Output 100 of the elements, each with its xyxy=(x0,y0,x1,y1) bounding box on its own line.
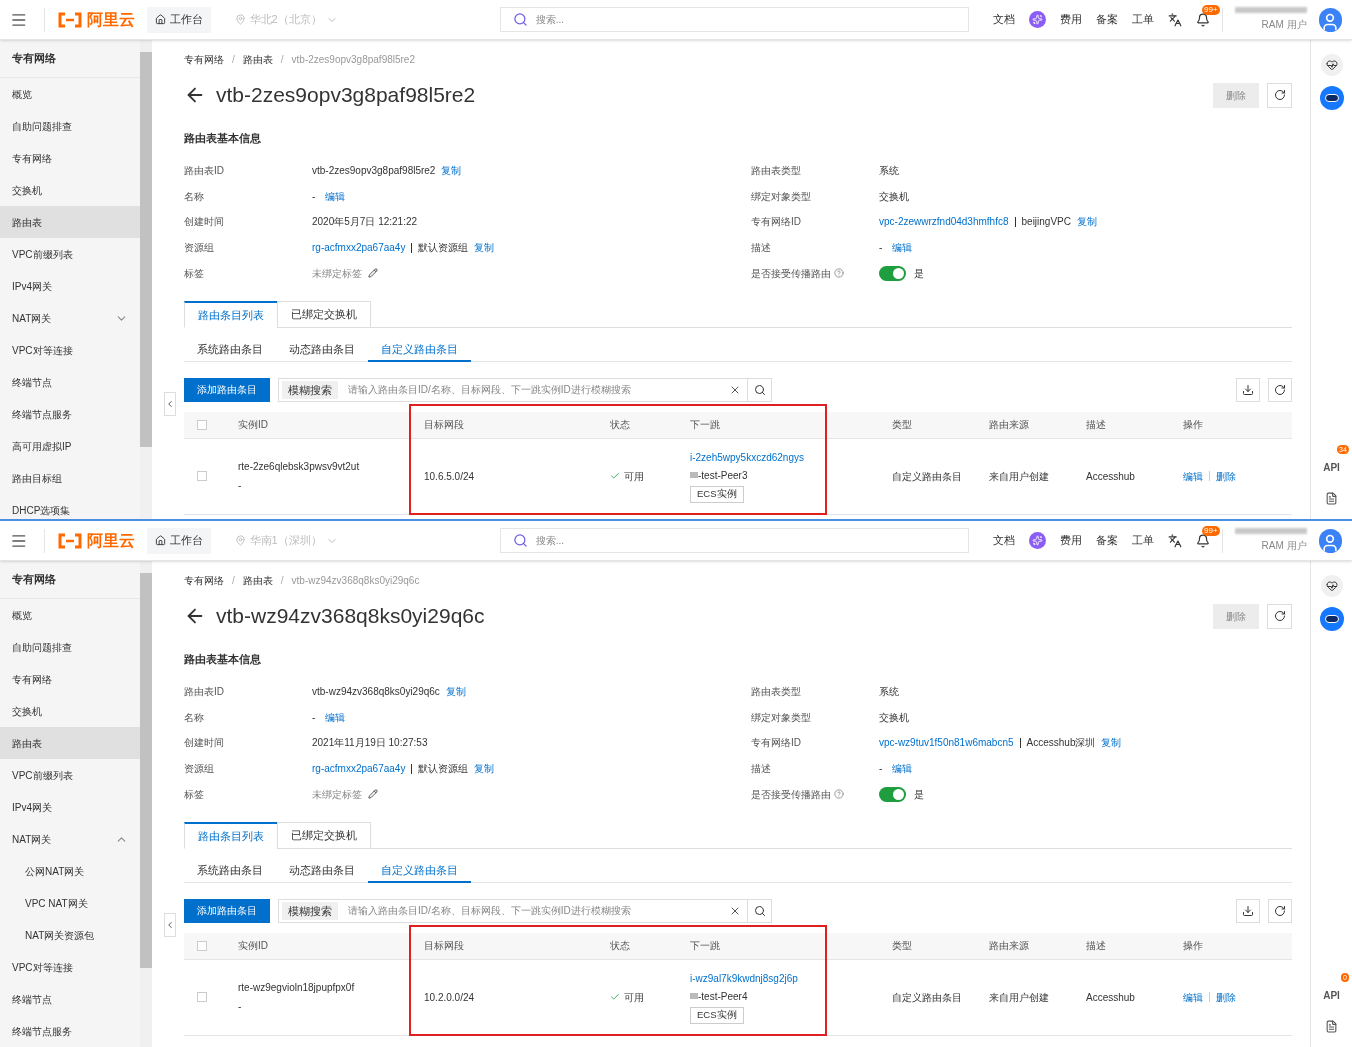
health-icon[interactable] xyxy=(1320,54,1343,76)
nav-link[interactable]: 备案 xyxy=(1095,11,1118,28)
action-link[interactable]: 删除 xyxy=(1216,989,1236,1005)
refresh-button[interactable] xyxy=(1268,898,1292,923)
sidebar-item[interactable]: 路由表 xyxy=(0,727,140,759)
nav-link[interactable]: 工单 xyxy=(1131,11,1154,28)
sparkle-icon[interactable] xyxy=(1028,532,1046,549)
sidebar-item[interactable]: 概览 xyxy=(0,599,140,631)
sidebar-item[interactable]: 专有网络 xyxy=(0,663,140,695)
action-link[interactable]: 编辑 xyxy=(325,709,346,725)
action-link[interactable]: 删除 xyxy=(1216,468,1236,484)
action-link[interactable]: 编辑 xyxy=(892,240,913,256)
action-link[interactable]: 复制 xyxy=(1101,735,1122,751)
sidebar-item[interactable]: IPv4网关 xyxy=(0,270,140,302)
tab[interactable]: 路由条目列表 xyxy=(184,300,278,328)
add-route-button[interactable]: 添加路由条目 xyxy=(184,377,270,402)
action-link[interactable]: 编辑 xyxy=(1183,468,1203,484)
bell-icon[interactable] xyxy=(1195,12,1210,27)
sidebar-item[interactable]: IPv4网关 xyxy=(0,791,140,823)
toggle-switch[interactable] xyxy=(879,265,906,281)
breadcrumb-link[interactable]: 专有网络 xyxy=(184,51,224,67)
sidebar-item[interactable]: NAT网关 xyxy=(0,823,140,855)
nav-link[interactable]: 文档 xyxy=(992,532,1015,549)
api-button[interactable]: API xyxy=(1323,462,1340,473)
sidebar-item[interactable]: 路由目标组 xyxy=(0,462,140,494)
translate-icon[interactable] xyxy=(1167,533,1182,548)
id-link[interactable]: rg-acfmxx2pa67aa4y xyxy=(312,761,406,777)
sidebar-item[interactable]: 路由表 xyxy=(0,206,140,238)
tab[interactable]: 路由条目列表 xyxy=(184,821,278,849)
action-link[interactable]: 复制 xyxy=(441,163,462,179)
sub-tab[interactable]: 动态路由条目 xyxy=(276,337,368,362)
breadcrumb-link[interactable]: 路由表 xyxy=(242,572,273,588)
translate-icon[interactable] xyxy=(1167,12,1182,27)
sidebar-item[interactable]: 交换机 xyxy=(0,174,140,206)
add-route-button[interactable]: 添加路由条目 xyxy=(184,898,270,923)
edit-icon[interactable] xyxy=(368,789,378,800)
nav-link[interactable]: 费用 xyxy=(1059,11,1082,28)
sidebar-item[interactable]: 终端节点 xyxy=(0,983,140,1015)
sidebar-item[interactable]: 概览 xyxy=(0,78,140,110)
checkbox[interactable] xyxy=(197,471,207,482)
search-bar[interactable]: 搜索... xyxy=(499,7,969,32)
id-link[interactable]: vpc-2zewwrzfnd04d3hmfhfc8 xyxy=(879,214,1009,230)
sparkle-icon[interactable] xyxy=(1028,11,1046,28)
search-bar[interactable]: 搜索... xyxy=(499,528,969,553)
sidebar-item[interactable]: 交换机 xyxy=(0,695,140,727)
nav-link[interactable]: 备案 xyxy=(1095,532,1118,549)
checkbox[interactable] xyxy=(197,940,207,951)
toggle-switch[interactable] xyxy=(879,786,906,802)
next-hop-link[interactable]: i-2zeh5wpy5kxczd62ngys xyxy=(690,449,804,465)
action-link[interactable]: 复制 xyxy=(474,240,495,256)
refresh-button[interactable] xyxy=(1267,603,1292,629)
download-button[interactable] xyxy=(1236,898,1260,923)
id-link[interactable]: rg-acfmxx2pa67aa4y xyxy=(312,240,406,256)
sub-tab[interactable]: 自定义路由条目 xyxy=(368,337,471,362)
tab[interactable]: 已绑定交换机 xyxy=(277,821,371,849)
next-hop-link[interactable]: i-wz9al7k9kwdnj8sg2j6p xyxy=(690,970,798,986)
sidebar-item[interactable]: 专有网络 xyxy=(0,142,140,174)
sidebar-item[interactable]: 公网NAT网关 xyxy=(0,855,140,887)
robot-icon[interactable] xyxy=(1319,86,1344,110)
action-link[interactable]: 编辑 xyxy=(892,761,913,777)
breadcrumb-link[interactable]: 路由表 xyxy=(242,51,273,67)
nav-link[interactable]: 文档 xyxy=(992,11,1015,28)
sidebar-item[interactable]: 自助问题排查 xyxy=(0,110,140,142)
workbench-button[interactable]: 工作台 xyxy=(146,527,211,554)
sidebar-item[interactable]: VPC前缀列表 xyxy=(0,759,140,791)
document-icon[interactable] xyxy=(1325,1020,1338,1033)
action-link[interactable]: 编辑 xyxy=(1183,989,1203,1005)
search-input[interactable]: 搜索... xyxy=(535,533,956,548)
sub-tab[interactable]: 自定义路由条目 xyxy=(368,858,471,883)
avatar-icon[interactable] xyxy=(1318,528,1342,553)
bell-icon[interactable] xyxy=(1195,533,1210,548)
sidebar-item[interactable]: 终端节点服务 xyxy=(0,1015,140,1047)
sidebar-item[interactable]: VPC对等连接 xyxy=(0,334,140,366)
sidebar-item[interactable]: DHCP选项集 xyxy=(0,494,140,519)
sidebar-item[interactable]: VPC前缀列表 xyxy=(0,238,140,270)
health-icon[interactable] xyxy=(1320,575,1343,597)
search-button[interactable] xyxy=(747,898,772,923)
sidebar-item[interactable]: NAT网关资源包 xyxy=(0,919,140,951)
sidebar-item[interactable]: 自助问题排查 xyxy=(0,631,140,663)
refresh-button[interactable] xyxy=(1267,82,1292,108)
search-input[interactable]: 搜索... xyxy=(535,12,956,27)
action-link[interactable]: 复制 xyxy=(445,684,466,700)
sidebar-item[interactable]: 终端节点服务 xyxy=(0,398,140,430)
action-link[interactable]: 复制 xyxy=(474,761,495,777)
sidebar-item[interactable]: 终端节点 xyxy=(0,366,140,398)
search-button[interactable] xyxy=(747,377,772,402)
download-button[interactable] xyxy=(1236,377,1260,402)
edit-icon[interactable] xyxy=(368,268,378,279)
document-icon[interactable] xyxy=(1325,492,1338,505)
tab[interactable]: 已绑定交换机 xyxy=(277,300,371,328)
id-link[interactable]: vpc-wz9tuv1f50n81w6mabcn5 xyxy=(879,735,1014,751)
sub-tab[interactable]: 系统路由条目 xyxy=(184,337,276,362)
api-button[interactable]: API xyxy=(1323,990,1340,1001)
sub-tab[interactable]: 动态路由条目 xyxy=(276,858,368,883)
workbench-button[interactable]: 工作台 xyxy=(146,6,211,33)
action-link[interactable]: 编辑 xyxy=(325,188,346,204)
sidebar-item[interactable]: 高可用虚拟IP xyxy=(0,430,140,462)
nav-link[interactable]: 费用 xyxy=(1059,532,1082,549)
refresh-button[interactable] xyxy=(1268,377,1292,402)
sidebar-item[interactable]: VPC对等连接 xyxy=(0,951,140,983)
